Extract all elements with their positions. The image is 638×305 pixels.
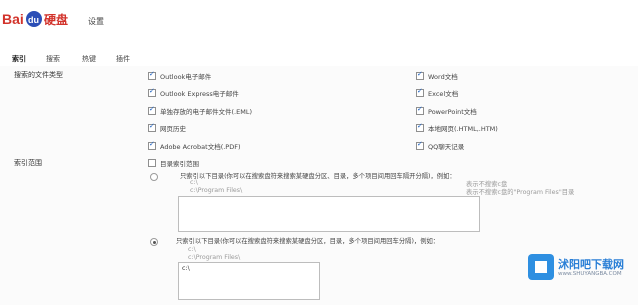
site-watermark: 沭阳吧下载网 www.SHUYANGBA.COM	[528, 254, 624, 282]
checkbox-label: Outlook Express电子邮件	[160, 90, 239, 98]
svg-text:硬盘: 硬盘	[44, 12, 68, 27]
file-types-label: 搜索的文件类型	[14, 71, 63, 79]
title-bar: Bai du 硬盘 设置	[0, 0, 638, 40]
tab-search[interactable]: 搜索	[46, 54, 60, 64]
tab-index[interactable]: 索引	[12, 54, 26, 64]
option2-example-path: c:\Program Files\	[188, 254, 241, 261]
option1-example-path: c:\Program Files\	[190, 187, 243, 194]
checkbox-label: 单独存放的电子邮件文件(.EML)	[160, 108, 252, 116]
tab-bar: 索引 搜索 热键 插件	[0, 52, 638, 67]
checkbox-label: Word文档	[428, 73, 458, 81]
svg-text:du: du	[28, 15, 39, 25]
index-scope-label: 索引范围	[14, 159, 42, 167]
watermark-url: www.SHUYANGBA.COM	[558, 271, 622, 277]
option1-textarea[interactable]	[178, 196, 480, 232]
checkbox-outlook-express[interactable]	[148, 87, 156, 97]
checkbox-outlook[interactable]	[148, 70, 156, 80]
option2-description: 只索引以下目录(你可以在搜索盘符来搜索某硬盘分区，目录，多个项目间用回车分隔)，…	[176, 238, 440, 245]
checkbox-web-history[interactable]	[148, 122, 156, 132]
checkbox-label: 网页历史	[160, 125, 186, 133]
radio-only-index[interactable]	[150, 173, 158, 181]
checkbox-html[interactable]	[416, 122, 424, 132]
option2-example-prefix: c:\	[188, 246, 196, 253]
radio-index-selected[interactable]	[150, 238, 158, 246]
option1-prefix: c:\	[190, 179, 198, 186]
tab-plugins[interactable]: 插件	[116, 54, 130, 64]
checkbox-label: Excel文档	[428, 90, 459, 98]
watermark-cube-icon	[528, 254, 554, 280]
checkbox-label: Outlook电子邮件	[160, 73, 212, 81]
svg-text:Bai: Bai	[2, 11, 24, 27]
scope-checkbox-label: 目录索引范围	[160, 160, 199, 168]
checkbox-qq[interactable]	[416, 140, 424, 150]
option1-note2: 表示不搜索c盘的"Program Files"目录	[466, 189, 575, 196]
checkbox-label: 本地网页(.HTML,.HTM)	[428, 125, 498, 133]
checkbox-word[interactable]	[416, 70, 424, 80]
scope-checkbox[interactable]	[148, 159, 156, 167]
checkbox-powerpoint[interactable]	[416, 105, 424, 115]
option2-textarea-value: c:\	[182, 265, 190, 272]
window-title: 设置	[88, 17, 104, 26]
checkbox-label: Adobe Acrobat文档(.PDF)	[160, 143, 241, 151]
checkbox-pdf[interactable]	[148, 140, 156, 150]
checkbox-eml[interactable]	[148, 105, 156, 115]
checkbox-label: QQ聊天记录	[428, 143, 465, 151]
checkbox-excel[interactable]	[416, 87, 424, 97]
checkbox-label: PowerPoint文档	[428, 108, 477, 116]
option1-description: 只索引以下目录(你可以在搜索盘符来搜索某硬盘分区、目录，多个项目间用回车隔开分隔…	[180, 173, 456, 180]
option2-textarea[interactable]: c:\	[178, 262, 320, 300]
baidu-logo: Bai du 硬盘	[2, 11, 68, 27]
watermark-name: 沭阳吧下载网	[558, 258, 624, 271]
tab-hotkey[interactable]: 热键	[82, 54, 96, 64]
